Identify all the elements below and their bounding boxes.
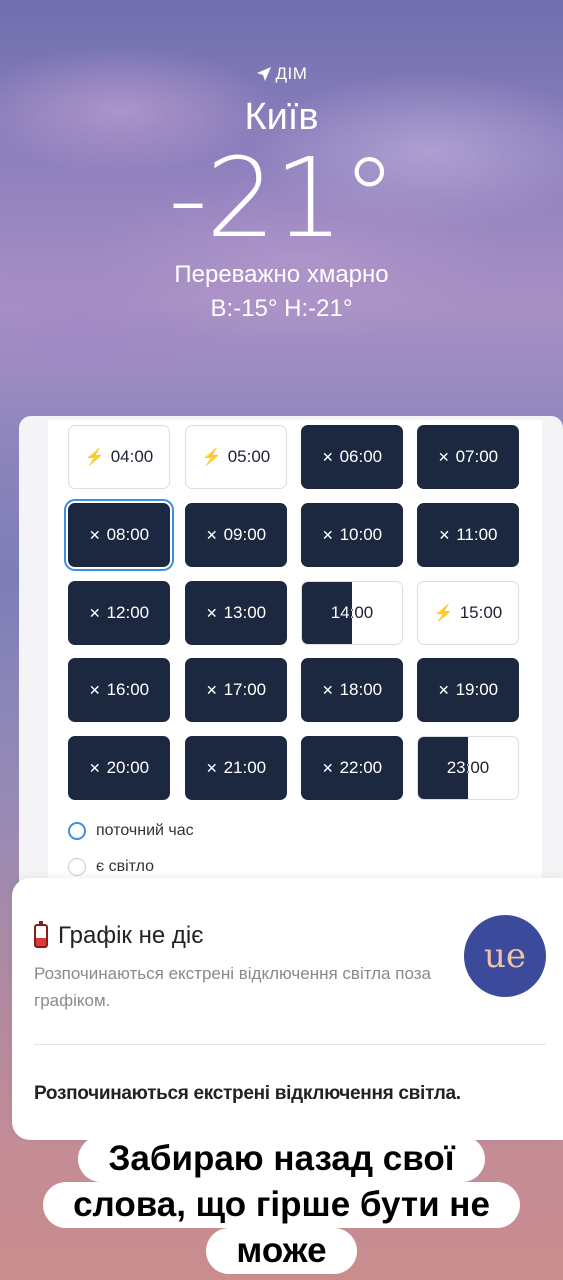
hour-label: 11:00 xyxy=(456,525,498,544)
power-off-icon: ✕ xyxy=(321,526,334,543)
hour-slot-0900[interactable]: ✕ 09:00 xyxy=(185,503,287,567)
hour-label: 14:00 xyxy=(330,603,374,622)
caption-line-3: може xyxy=(206,1228,357,1274)
battery-low-icon xyxy=(34,921,48,948)
hour-slot-0500[interactable]: ⚡ 05:00 xyxy=(185,425,287,489)
notification-message: Розпочинаються екстрені відключення світ… xyxy=(34,1083,461,1104)
hour-slot-1900[interactable]: ✕ 19:00 xyxy=(417,658,519,722)
power-on-icon: ⚡ xyxy=(84,449,105,466)
current-time-dot xyxy=(68,822,86,840)
power-off-icon: ✕ xyxy=(88,604,101,621)
hour-label: 22:00 xyxy=(339,758,383,777)
hour-label: 08:00 xyxy=(106,525,150,544)
hour-label: 06:00 xyxy=(339,447,383,466)
power-off-icon: ✕ xyxy=(205,604,218,621)
notification-body: Розпочинаються екстрені відключення світ… xyxy=(34,964,431,1010)
legend-power-label: є світло xyxy=(96,858,155,875)
power-on-dot xyxy=(68,858,86,876)
weather-condition: Переважно хмарно xyxy=(174,261,389,288)
hour-label: 07:00 xyxy=(455,447,499,466)
power-off-icon: ✕ xyxy=(88,759,101,776)
weather-header: ДІМ Київ -21° Переважно хмарно В:-15° Н:… xyxy=(0,60,563,323)
app-logo-icon: ue xyxy=(464,915,546,997)
hour-slot-2100[interactable]: ✕ 21:00 xyxy=(185,736,287,800)
hour-slot-2200[interactable]: ✕ 22:00 xyxy=(301,736,403,800)
hour-label: 20:00 xyxy=(106,758,150,777)
hour-label: 12:00 xyxy=(106,603,150,622)
power-off-icon: ✕ xyxy=(321,759,334,776)
hour-label: 10:00 xyxy=(339,525,383,544)
hour-slot-1400[interactable]: 14:00 xyxy=(301,581,403,645)
power-off-icon: ✕ xyxy=(205,759,218,776)
location-row: ДІМ xyxy=(0,60,563,88)
hour-label: 16:00 xyxy=(106,680,150,699)
schedule-panel xyxy=(48,420,542,890)
high-low: В:-15° Н:-21° xyxy=(210,295,353,322)
power-off-icon: ✕ xyxy=(437,681,450,698)
caption-line-2: слова, що гірше бути не xyxy=(43,1182,520,1228)
power-off-icon: ✕ xyxy=(321,681,334,698)
location-arrow-icon xyxy=(256,67,271,81)
hour-slot-1600[interactable]: ✕ 16:00 xyxy=(68,658,170,722)
hour-label: 23:00 xyxy=(446,758,490,777)
hour-slot-1500[interactable]: ⚡ 15:00 xyxy=(417,581,519,645)
app-logo-text: ue xyxy=(483,936,527,976)
hour-slot-1200[interactable]: ✕ 12:00 xyxy=(68,581,170,645)
power-off-icon: ✕ xyxy=(438,526,451,543)
hour-slot-2300[interactable]: 23:00 xyxy=(417,736,519,800)
hour-slot-0600[interactable]: ✕ 06:00 xyxy=(301,425,403,489)
power-on-icon: ⚡ xyxy=(201,449,222,466)
power-off-icon: ✕ xyxy=(88,681,101,698)
hour-label: 15:00 xyxy=(459,603,503,622)
notification-title-row: Графік не діє xyxy=(34,921,204,950)
hour-label: 19:00 xyxy=(455,680,499,699)
hour-label: 04:00 xyxy=(110,447,154,466)
hour-label: 21:00 xyxy=(223,758,267,777)
hour-slot-1300[interactable]: ✕ 13:00 xyxy=(185,581,287,645)
story-caption: Забираю назад свої слова, що гірше бути … xyxy=(0,1136,563,1274)
hour-label: 13:00 xyxy=(223,603,267,622)
hour-slot-1700[interactable]: ✕ 17:00 xyxy=(185,658,287,722)
hour-slot-1000[interactable]: ✕ 10:00 xyxy=(301,503,403,567)
hour-slot-1100[interactable]: ✕ 11:00 xyxy=(417,503,519,567)
hour-label: 09:00 xyxy=(223,525,267,544)
hour-label: 18:00 xyxy=(339,680,383,699)
power-off-icon: ✕ xyxy=(437,448,450,465)
legend-current-label: поточний час xyxy=(96,822,194,839)
power-off-icon: ✕ xyxy=(88,526,101,543)
city-name: Київ xyxy=(244,96,319,138)
hour-slot-0400[interactable]: ⚡ 04:00 xyxy=(68,425,170,489)
divider xyxy=(34,1044,546,1045)
caption-line-1: Забираю назад свої xyxy=(78,1136,485,1182)
hour-slot-1800[interactable]: ✕ 18:00 xyxy=(301,658,403,722)
hour-label: 17:00 xyxy=(223,680,267,699)
notification-title: Графік не діє xyxy=(58,922,204,949)
hour-label: 05:00 xyxy=(227,447,271,466)
notification-card[interactable]: Графік не діє Розпочинаються екстрені ві… xyxy=(12,878,563,1140)
hour-slot-0700[interactable]: ✕ 07:00 xyxy=(417,425,519,489)
temperature: -21° xyxy=(168,134,397,262)
legend-current-time: поточний час xyxy=(68,822,194,840)
power-off-icon: ✕ xyxy=(205,526,218,543)
power-on-icon: ⚡ xyxy=(433,605,454,622)
legend-power-on: є світло xyxy=(68,858,154,876)
location-label: ДІМ xyxy=(275,64,308,83)
power-off-icon: ✕ xyxy=(321,448,334,465)
hour-slot-2000[interactable]: ✕ 20:00 xyxy=(68,736,170,800)
hour-slot-0800[interactable]: ✕ 08:00 xyxy=(64,499,174,571)
power-off-icon: ✕ xyxy=(205,681,218,698)
